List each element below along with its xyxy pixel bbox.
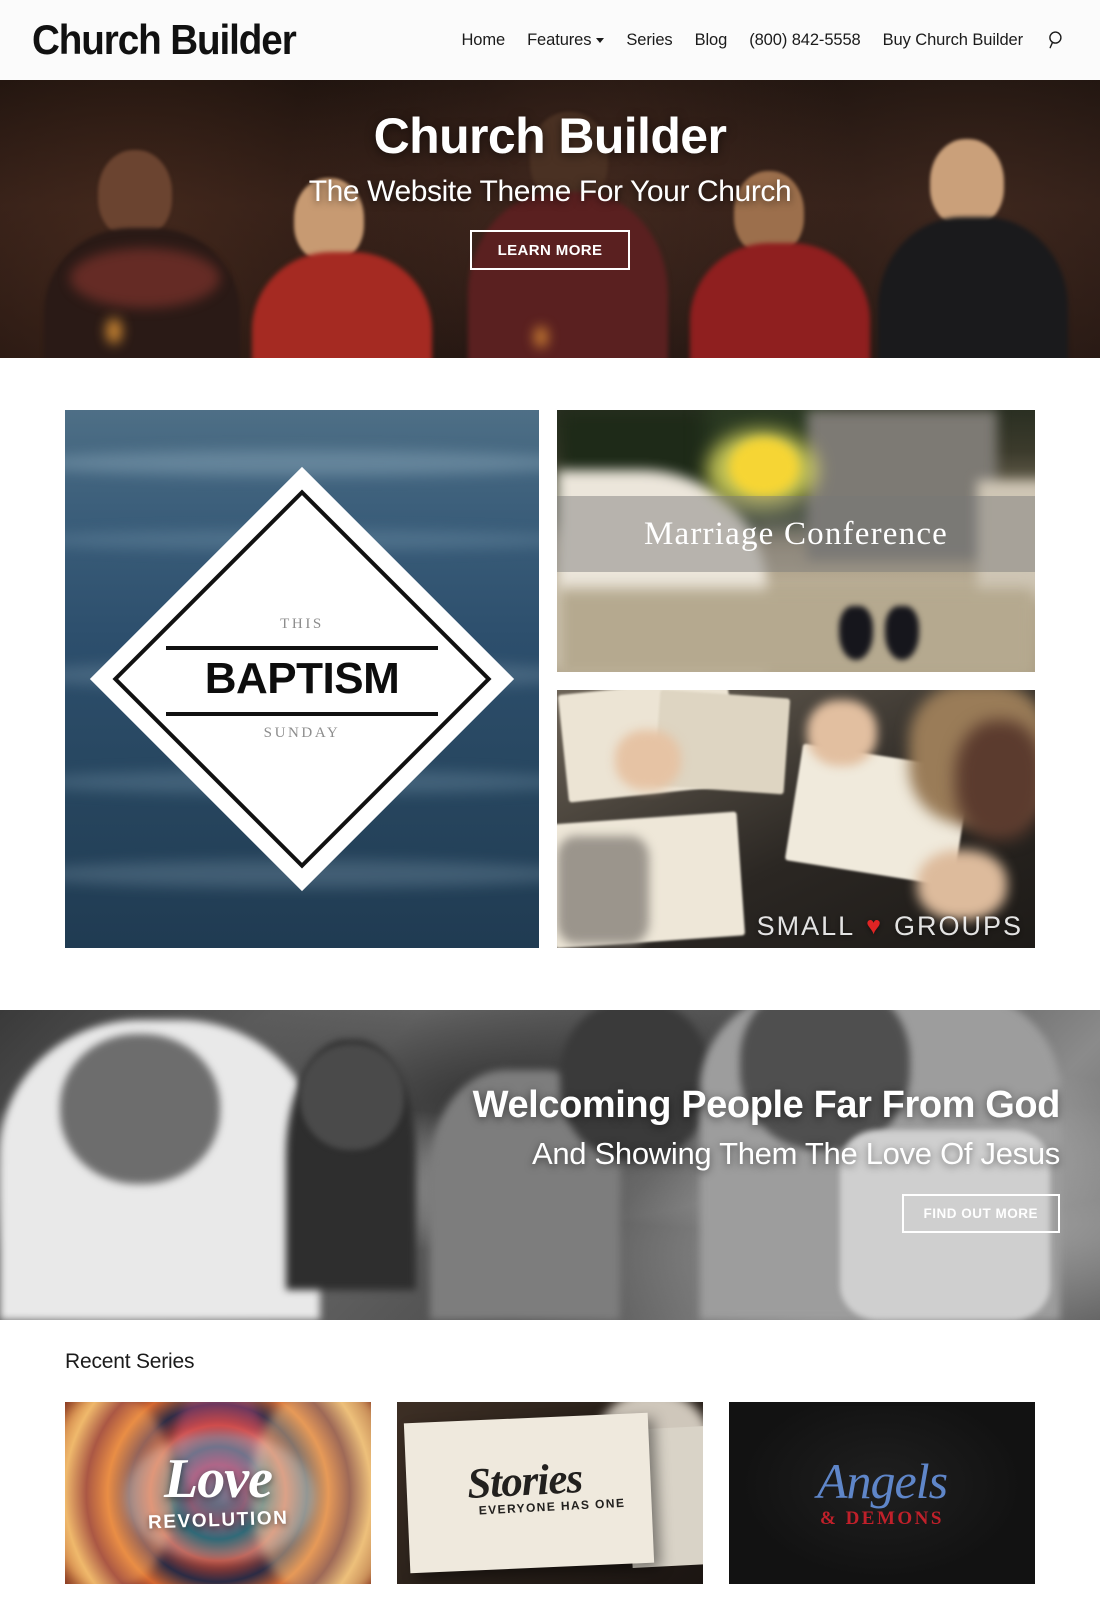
nav-item-blog[interactable]: Blog <box>684 31 739 50</box>
nav-item-series[interactable]: Series <box>615 31 683 50</box>
baptism-card-text: THIS BAPTISM SUNDAY <box>147 616 457 742</box>
welcome-subtitle: And Showing Them The Love Of Jesus <box>531 1136 1060 1171</box>
baptism-sunday-card[interactable]: THIS BAPTISM SUNDAY <box>65 410 539 948</box>
small-groups-label: SMALL ♥ GROUPS <box>757 911 1023 942</box>
hero-learn-more-button[interactable]: LEARN MORE <box>469 229 631 270</box>
feature-grid-left-column: THIS BAPTISM SUNDAY <box>65 410 539 948</box>
baptism-main-word: BAPTISM <box>204 654 400 703</box>
baptism-bottom-word: SUNDAY <box>263 725 341 741</box>
series-subtitle: REVOLUTION <box>147 1507 289 1534</box>
welcome-banner: Welcoming People Far From God And Showin… <box>0 1010 1100 1320</box>
marriage-conference-overlay-band: Marriage Conference <box>557 496 1035 572</box>
nav-item-label: Buy Church Builder <box>882 30 1023 49</box>
search-icon[interactable] <box>1044 27 1070 53</box>
nav-item-phone[interactable]: (800) 842-5558 <box>738 31 871 50</box>
nav-item-label: (800) 842-5558 <box>749 30 861 49</box>
feature-cards-section: THIS BAPTISM SUNDAY Marriage Conference … <box>0 358 1100 1010</box>
series-card-stories[interactable]: Stories EVERYONE HAS ONE <box>397 1402 703 1584</box>
hero-title: Church Builder <box>373 108 727 164</box>
recent-series-grid: Love REVOLUTION Stories EVERYONE HAS ONE… <box>65 1402 1035 1584</box>
chevron-down-icon <box>596 37 605 43</box>
recent-series-heading: Recent Series <box>65 1350 195 1373</box>
feature-grid-right-column: Marriage Conference SMALL ♥ GROUPS <box>557 410 1035 948</box>
series-card-love-revolution[interactable]: Love REVOLUTION <box>65 1402 371 1584</box>
welcome-find-out-more-button[interactable]: FIND OUT MORE <box>901 1194 1060 1233</box>
small-groups-word-one: SMALL <box>756 911 856 941</box>
nav-item-label: Features <box>527 30 592 49</box>
site-logo[interactable]: Church Builder <box>32 19 297 61</box>
hero-subtitle: The Website Theme For Your Church <box>308 174 792 208</box>
nav-item-features[interactable]: Features <box>516 31 615 50</box>
series-title: Angels <box>816 1453 948 1509</box>
small-groups-word-two: GROUPS <box>893 911 1023 941</box>
site-header: Church Builder Home Features Series Blog… <box>0 0 1100 80</box>
nav-item-label: Home <box>461 30 506 49</box>
small-groups-card[interactable]: SMALL ♥ GROUPS <box>557 690 1035 948</box>
marriage-conference-title: Marriage Conference <box>643 515 949 552</box>
main-navigation: Home Features Series Blog (800) 842-5558… <box>450 27 1070 53</box>
heart-icon: ♥ <box>866 912 883 940</box>
nav-item-label: Blog <box>694 30 728 49</box>
recent-series-section: Recent Series Love REVOLUTION Stories EV… <box>0 1320 1100 1584</box>
series-card-angels-demons[interactable]: Angels & DEMONS <box>729 1402 1035 1584</box>
nav-item-label: Series <box>626 30 673 49</box>
nav-item-home[interactable]: Home <box>450 31 516 50</box>
welcome-title: Welcoming People Far From God <box>472 1084 1061 1126</box>
series-subtitle: & DEMONS <box>820 1508 944 1529</box>
series-title: Love <box>164 1448 273 1511</box>
baptism-top-word: THIS <box>280 616 324 632</box>
hero-banner: Church Builder The Website Theme For You… <box>0 80 1100 358</box>
nav-item-buy-church-builder[interactable]: Buy Church Builder <box>872 31 1034 50</box>
feature-grid: THIS BAPTISM SUNDAY Marriage Conference … <box>65 410 1035 948</box>
marriage-conference-card[interactable]: Marriage Conference <box>557 410 1035 672</box>
